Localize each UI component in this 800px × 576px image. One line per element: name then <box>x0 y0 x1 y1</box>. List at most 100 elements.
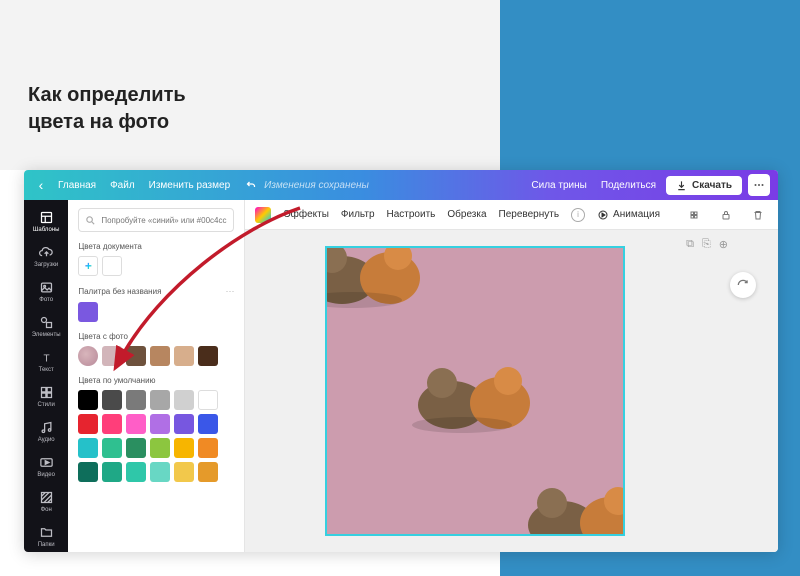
color-swatch[interactable] <box>174 438 194 458</box>
section-default-colors: Цвета по умолчанию <box>78 376 234 482</box>
color-swatch[interactable] <box>78 390 98 410</box>
color-swatch[interactable] <box>78 438 98 458</box>
toolbar-effects[interactable]: Эффекты <box>283 209 328 220</box>
canvas-area: Эффекты Фильтр Настроить Обрезка Перевер… <box>245 200 778 552</box>
rail-styles[interactable]: Стили <box>24 381 68 413</box>
audio-icon <box>39 420 54 435</box>
page-title: Как определить цвета на фото <box>28 82 186 136</box>
color-swatch[interactable] <box>198 414 218 434</box>
rail-label: Элементы <box>32 332 61 338</box>
color-swatch[interactable] <box>126 390 146 410</box>
lock-button[interactable] <box>716 205 736 225</box>
left-rail: Шаблоны Загрузки Фото Элементы T Текст С… <box>24 200 68 552</box>
rail-label: Фон <box>41 507 52 513</box>
color-swatch[interactable] <box>78 462 98 482</box>
artboard[interactable] <box>325 246 625 536</box>
rail-uploads[interactable]: Загрузки <box>24 241 68 273</box>
color-swatch[interactable] <box>150 462 170 482</box>
rail-label: Папки <box>38 542 55 548</box>
image-swatch-icon[interactable] <box>255 207 271 223</box>
color-swatch[interactable] <box>102 414 122 434</box>
info-icon[interactable]: i <box>571 208 585 222</box>
section-title: Цвета по умолчанию <box>78 376 155 385</box>
color-swatch[interactable] <box>198 390 218 410</box>
color-swatch[interactable] <box>102 438 122 458</box>
toolbar-filter[interactable]: Фильтр <box>341 209 375 220</box>
color-swatch[interactable] <box>78 346 98 366</box>
menu-file[interactable]: Файл <box>110 180 135 191</box>
color-swatch[interactable] <box>198 462 218 482</box>
rail-label: Загрузки <box>34 262 58 268</box>
empty-swatch[interactable] <box>102 256 122 276</box>
color-swatch[interactable] <box>126 462 146 482</box>
rail-photos[interactable]: Фото <box>24 276 68 308</box>
folder-icon <box>39 525 54 540</box>
rail-audio[interactable]: Аудио <box>24 415 68 447</box>
rail-label: Шаблоны <box>33 227 60 233</box>
animation-label: Анимация <box>613 209 660 220</box>
download-button[interactable]: Скачать <box>666 176 742 195</box>
toolbar-adjust[interactable]: Настроить <box>387 209 436 220</box>
color-swatch[interactable] <box>126 346 146 366</box>
undo-icon[interactable] <box>244 178 258 192</box>
download-label: Скачать <box>692 180 732 191</box>
add-page-icon[interactable]: ⊕ <box>719 238 728 251</box>
color-swatch[interactable] <box>198 438 218 458</box>
download-icon <box>676 180 687 191</box>
color-swatch[interactable] <box>102 346 122 366</box>
color-search[interactable] <box>78 208 234 232</box>
rail-label: Текст <box>39 367 54 373</box>
color-swatch[interactable] <box>150 346 170 366</box>
menu-resize[interactable]: Изменить размер <box>149 180 230 191</box>
team-name[interactable]: Сила трины <box>531 180 586 191</box>
menu-home[interactable]: Главная <box>58 180 96 191</box>
title-line-2: цвета на фото <box>28 109 186 136</box>
copy-page-icon[interactable]: ⧉ <box>686 238 694 251</box>
add-color-button[interactable]: + <box>78 256 98 276</box>
color-swatch[interactable] <box>150 390 170 410</box>
color-swatch[interactable] <box>198 346 218 366</box>
rail-templates[interactable]: Шаблоны <box>24 206 68 238</box>
rail-label: Фото <box>39 297 53 303</box>
color-swatch[interactable] <box>78 414 98 434</box>
rail-folders[interactable]: Папки <box>24 520 68 552</box>
section-title: Цвета документа <box>78 242 142 251</box>
editor-app: Главная Файл Изменить размер Изменения с… <box>24 170 778 552</box>
color-swatch[interactable] <box>126 438 146 458</box>
search-icon <box>85 215 96 226</box>
toolbar-animation[interactable]: Анимация <box>597 209 660 221</box>
share-button[interactable]: Поделиться <box>601 180 656 191</box>
color-swatch[interactable] <box>174 462 194 482</box>
color-swatch[interactable] <box>102 390 122 410</box>
refresh-icon <box>736 278 750 292</box>
rail-video[interactable]: Видео <box>24 450 68 482</box>
position-button[interactable] <box>684 205 704 225</box>
toolbar-flip[interactable]: Перевернуть <box>499 209 560 220</box>
rail-background[interactable]: Фон <box>24 485 68 517</box>
more-button[interactable] <box>748 174 770 196</box>
color-swatch[interactable] <box>174 414 194 434</box>
color-swatch[interactable] <box>150 414 170 434</box>
section-menu[interactable]: ⋯ <box>225 286 234 297</box>
section-title: Цвета с фото <box>78 332 128 341</box>
title-line-1: Как определить <box>28 82 186 109</box>
delete-button[interactable] <box>748 205 768 225</box>
reset-button[interactable] <box>730 272 756 298</box>
toolbar-crop[interactable]: Обрезка <box>447 209 486 220</box>
duplicate-page-icon[interactable]: ⎘ <box>702 238 711 251</box>
color-swatch[interactable] <box>102 462 122 482</box>
color-swatch[interactable] <box>174 346 194 366</box>
color-swatch[interactable] <box>78 302 98 322</box>
canvas-toolbar: Эффекты Фильтр Настроить Обрезка Перевер… <box>245 200 778 230</box>
color-swatch[interactable] <box>150 438 170 458</box>
search-input[interactable] <box>101 216 227 225</box>
rail-elements[interactable]: Элементы <box>24 311 68 343</box>
color-swatch[interactable] <box>126 414 146 434</box>
rail-text[interactable]: T Текст <box>24 346 68 378</box>
video-icon <box>39 455 54 470</box>
app-body: Шаблоны Загрузки Фото Элементы T Текст С… <box>24 200 778 552</box>
back-button[interactable] <box>32 176 50 194</box>
section-photo-colors: Цвета с фото <box>78 332 234 366</box>
color-swatch[interactable] <box>174 390 194 410</box>
canvas-body[interactable]: ⧉ ⎘ ⊕ <box>245 230 778 552</box>
